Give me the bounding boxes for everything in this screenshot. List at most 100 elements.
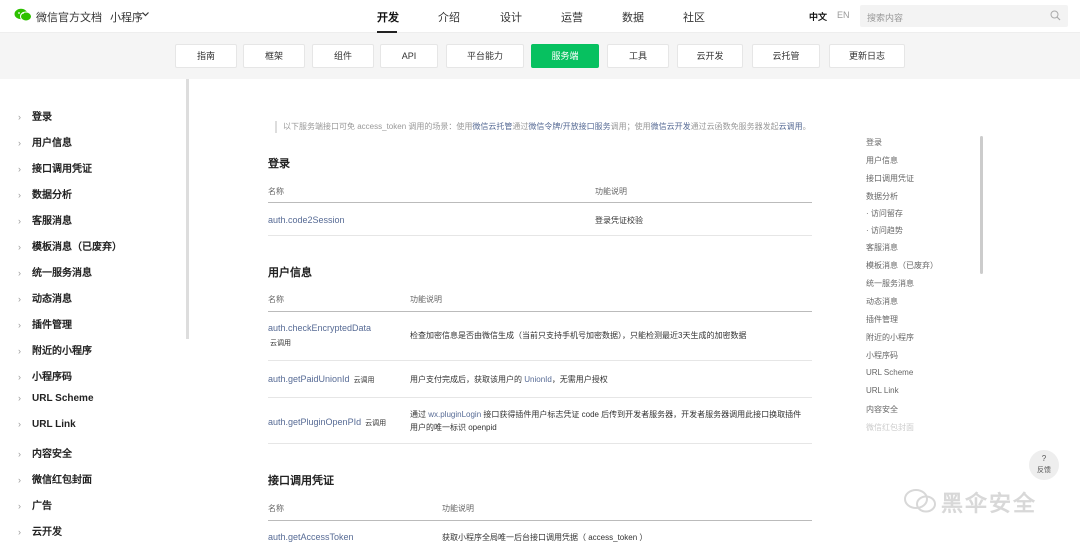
- toc-item[interactable]: URL Link: [866, 386, 899, 395]
- nav-data[interactable]: 数据: [622, 9, 644, 25]
- nav-develop[interactable]: 开发: [377, 9, 399, 25]
- toc-item[interactable]: 插件管理: [866, 314, 898, 325]
- toc-item[interactable]: 用户信息: [866, 155, 898, 166]
- product-switcher-label[interactable]: 小程序: [110, 9, 143, 25]
- sidebar-item-access-token[interactable]: › 接口调用凭证: [18, 160, 92, 175]
- api-name[interactable]: auth.getPaidUnionId: [268, 374, 350, 384]
- cloud-call-tag: 云调用: [353, 377, 375, 384]
- api-link-get-plugin-openpid[interactable]: auth.getPluginOpenPId 云调用: [268, 417, 386, 428]
- api-link-get-access-token[interactable]: auth.getAccessToken: [268, 532, 354, 542]
- brand-separator: ·: [99, 9, 103, 21]
- api-link-get-paid-unionid[interactable]: auth.getPaidUnionId 云调用: [268, 374, 375, 385]
- feedback-button[interactable]: ? 反馈: [1029, 450, 1059, 480]
- sidebar-item-ads[interactable]: › 广告: [18, 497, 52, 512]
- link-open-api-service[interactable]: 微信令牌/开放接口服务: [528, 122, 610, 131]
- notice-text: 以下服务端接口可免 access_token 调用的场景：使用: [283, 122, 473, 131]
- sidebar-item-userinfo[interactable]: › 用户信息: [18, 134, 72, 149]
- toc-item[interactable]: 登录: [866, 137, 882, 148]
- table-header-name: 名称: [268, 295, 284, 304]
- toc-item[interactable]: URL Scheme: [866, 368, 913, 377]
- brand-title[interactable]: 微信官方文档: [36, 9, 102, 25]
- nav-operations[interactable]: 运营: [561, 9, 583, 25]
- search-input[interactable]: 搜索内容: [860, 5, 1068, 27]
- tab-cloud-hosting[interactable]: 云托管: [752, 44, 820, 68]
- toc-item[interactable]: 内容安全: [866, 404, 898, 415]
- sidebar-item-plugin[interactable]: › 插件管理: [18, 316, 72, 331]
- link-unionid[interactable]: UnionId: [524, 375, 552, 384]
- chevron-right-icon: ›: [18, 268, 21, 278]
- toc-item[interactable]: 接口调用凭证: [866, 173, 914, 184]
- chevron-right-icon: ›: [18, 449, 21, 459]
- chevron-right-icon: ›: [18, 216, 21, 226]
- tab-server[interactable]: 服务端: [531, 44, 599, 68]
- sidebar-item-login[interactable]: › 登录: [18, 108, 52, 123]
- nav-intro[interactable]: 介绍: [438, 9, 460, 25]
- toc-item[interactable]: 附近的小程序: [866, 332, 914, 343]
- link-cloud-hosting[interactable]: 微信云托管: [472, 122, 512, 131]
- chevron-right-icon: ›: [18, 112, 21, 122]
- desc-text: 通过: [410, 410, 429, 419]
- sidebar-item-nearby[interactable]: › 附近的小程序: [18, 342, 92, 357]
- desc-text: ，无需用户授权: [551, 375, 608, 384]
- sidebar-item-template-msg[interactable]: › 模板消息（已废弃）: [18, 238, 122, 253]
- section-title-login: 登录: [268, 158, 290, 170]
- tab-api[interactable]: API: [380, 44, 438, 68]
- api-link-code2session[interactable]: auth.code2Session: [268, 215, 345, 225]
- watermark: 黑伞安全: [903, 484, 1053, 518]
- tab-framework[interactable]: 框架: [243, 44, 305, 68]
- tab-platform[interactable]: 平台能力: [446, 44, 524, 68]
- nav-community[interactable]: 社区: [683, 9, 705, 25]
- chevron-down-icon[interactable]: [141, 9, 150, 19]
- toc-item[interactable]: 客服消息: [866, 242, 898, 253]
- lang-chinese[interactable]: 中文: [809, 10, 827, 23]
- sidebar-item-url-scheme[interactable]: › URL Scheme: [18, 393, 94, 404]
- sidebar-item-content-security[interactable]: › 内容安全: [18, 445, 72, 460]
- wechat-watermark-icon: [904, 489, 936, 513]
- sidebar-item-label: 统一服务消息: [32, 268, 92, 279]
- sidebar-item-label: 动态消息: [32, 294, 72, 305]
- nav-design[interactable]: 设计: [500, 9, 522, 25]
- lang-english[interactable]: EN: [837, 10, 850, 20]
- tab-components[interactable]: 组件: [312, 44, 374, 68]
- sidebar-item-updatable-msg[interactable]: › 动态消息: [18, 290, 72, 305]
- sub-navigation: 指南 框架 组件 API 平台能力 服务端 工具 云开发 云托管 更新日志: [0, 33, 1080, 79]
- table-header-desc: 功能说明: [595, 187, 627, 196]
- toc-item[interactable]: · 访问趋势: [866, 225, 903, 236]
- chevron-right-icon: ›: [18, 242, 21, 252]
- sidebar-item-redpacket-cover[interactable]: › 微信红包封面: [18, 471, 92, 486]
- chevron-right-icon: ›: [18, 393, 21, 403]
- cloud-call-tag: 云调用: [270, 340, 291, 347]
- toc-item[interactable]: 微信红包封面: [866, 422, 914, 433]
- toc-item[interactable]: 数据分析: [866, 191, 898, 202]
- sidebar-item-qrcode[interactable]: › 小程序码: [18, 368, 72, 383]
- toc-item[interactable]: 统一服务消息: [866, 278, 914, 289]
- section-title-access-token: 接口调用凭证: [268, 475, 334, 487]
- api-name[interactable]: auth.getPluginOpenPId: [268, 417, 361, 427]
- sidebar-item-analysis[interactable]: › 数据分析: [18, 186, 72, 201]
- sidebar-item-url-link[interactable]: › URL Link: [18, 419, 76, 430]
- sidebar-item-customer-service[interactable]: › 客服消息: [18, 212, 72, 227]
- tab-tools[interactable]: 工具: [607, 44, 669, 68]
- toc-scrollbar[interactable]: [980, 136, 983, 274]
- tab-cloud-dev[interactable]: 云开发: [677, 44, 743, 68]
- toc-item[interactable]: · 访问留存: [866, 208, 903, 219]
- wechat-logo-icon[interactable]: [14, 8, 32, 22]
- sidebar-item-cloud[interactable]: › 云开发: [18, 523, 62, 538]
- toc-item[interactable]: 动态消息: [866, 296, 898, 307]
- api-link-check-encrypted-data[interactable]: auth.checkEncryptedData: [268, 323, 371, 333]
- link-plugin-login[interactable]: wx.pluginLogin: [428, 410, 481, 419]
- link-cloud-dev[interactable]: 微信云开发: [651, 122, 691, 131]
- link-cloud-call[interactable]: 云调用: [779, 122, 803, 131]
- table-divider: [268, 360, 812, 361]
- search-icon[interactable]: [1050, 10, 1061, 21]
- tab-changelog[interactable]: 更新日志: [829, 44, 905, 68]
- question-icon: ?: [1041, 454, 1047, 463]
- desc-text: 用户支付完成后，获取该用户的: [410, 375, 525, 384]
- toc-item[interactable]: 小程序码: [866, 350, 898, 361]
- api-desc: 检查加密信息是否由微信生成（当前只支持手机号加密数据），只能检测最近3天生成的加…: [410, 331, 747, 340]
- sidebar-item-uniform-msg[interactable]: › 统一服务消息: [18, 264, 92, 279]
- tab-guide[interactable]: 指南: [175, 44, 237, 68]
- table-divider: [268, 202, 812, 203]
- toc-item[interactable]: 模板消息（已废弃）: [866, 260, 938, 271]
- sidebar-item-label: 附近的小程序: [32, 346, 92, 357]
